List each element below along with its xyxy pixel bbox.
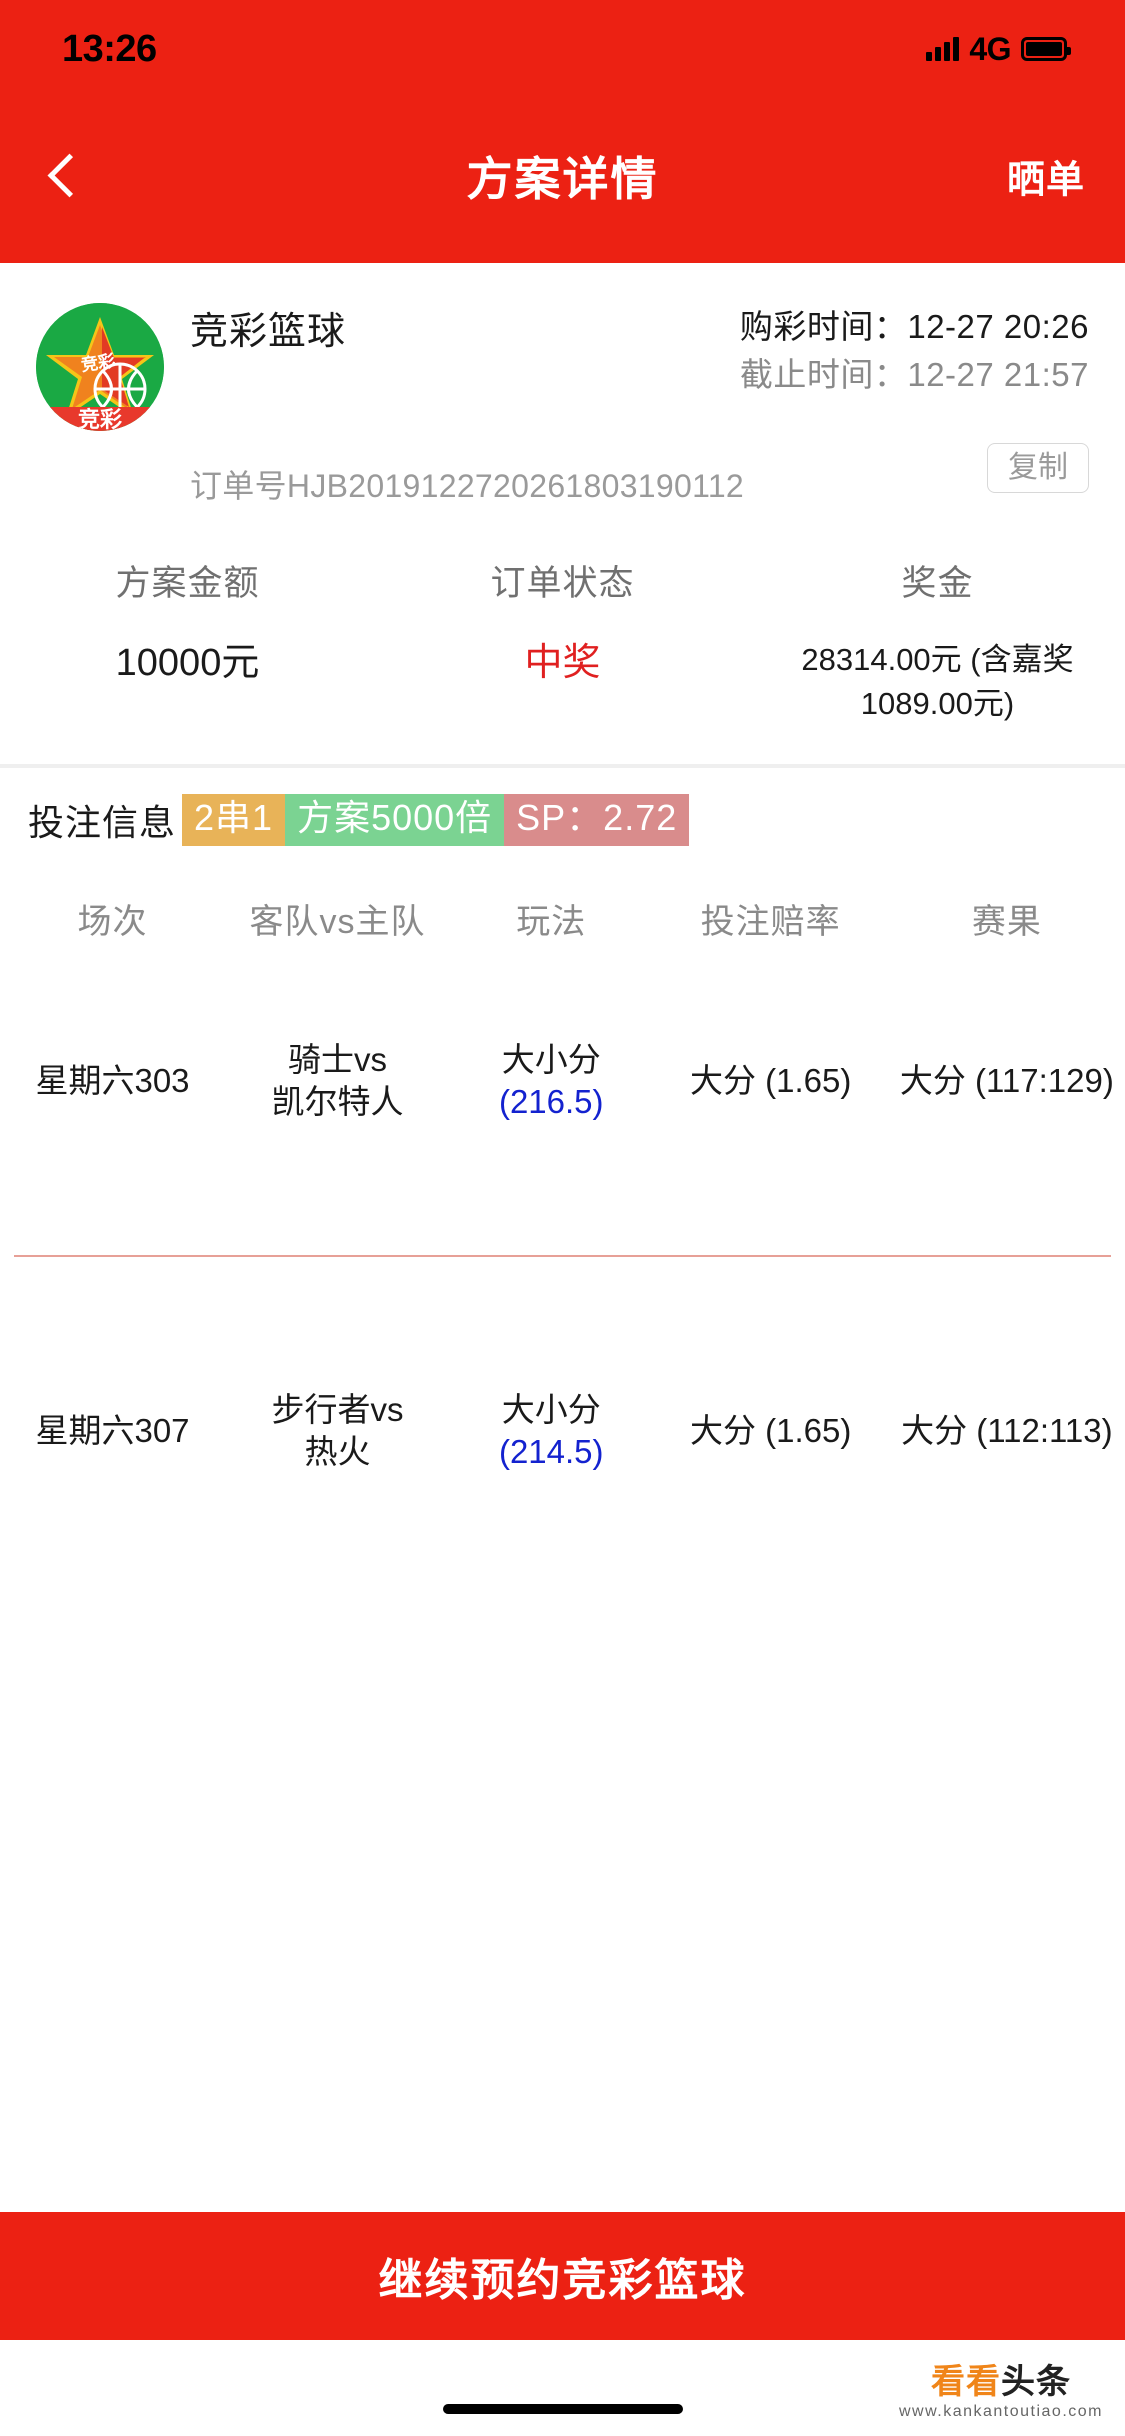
bet-info-row: 投注信息 2串1 方案5000倍 SP：2.72: [0, 768, 1125, 866]
deadline-time-row: 截止时间：12-27 21:57: [740, 351, 1089, 399]
cell-play: 大小分 (216.5): [450, 973, 653, 1189]
cell-play: 大小分 (214.5): [450, 1323, 653, 1539]
cell-away-team: 步行者vs: [271, 1391, 404, 1428]
cell-result: 大分 (112:113): [901, 1412, 1113, 1449]
cell-play-name: 大小分: [501, 1041, 601, 1078]
network-type-label: 4G: [969, 30, 1011, 67]
purchase-time-label: 购彩时间：: [739, 308, 908, 345]
stat-prize-label: 奖金: [901, 564, 974, 603]
cell-home-team: 凯尔特人: [271, 1083, 404, 1120]
cell-home-team: 热火: [304, 1433, 371, 1470]
order-number-row: 订单号HJB2019122720261803190112 复制: [0, 443, 1125, 513]
jingcai-basketball-logo-icon: 竞彩 竞彩: [36, 303, 164, 431]
table-header-teams: 客队vs主队: [249, 903, 426, 941]
order-number-value: HJB2019122720261803190112: [286, 468, 745, 504]
stat-order-status: 订单状态 中奖: [375, 555, 750, 726]
order-number-label: 订单号: [190, 468, 287, 504]
back-button[interactable]: [20, 131, 110, 221]
watermark-brand-part1: 看看: [930, 2363, 1001, 2401]
purchase-time-row: 购彩时间：12-27 20:26: [740, 303, 1089, 351]
watermark-brand-part2: 头条: [1000, 2363, 1071, 2401]
table-header-row: 场次 客队vs主队 玩法 投注赔率 赛果: [0, 866, 1125, 973]
cell-teams: 骑士vs 凯尔特人: [225, 973, 450, 1189]
page-title: 方案详情: [466, 152, 659, 205]
bet-detail-table: 场次 客队vs主队 玩法 投注赔率 赛果 星期六303 骑士vs 凯尔特人 大小…: [0, 866, 1125, 1539]
table-header-odds: 投注赔率: [700, 903, 841, 941]
stat-plan-amount-value: 10000元: [115, 642, 260, 684]
bet-tag-sp: SP：2.72: [504, 794, 690, 846]
table-row[interactable]: 星期六303 骑士vs 凯尔特人 大小分 (216.5) 大分 (1.65) 大…: [0, 973, 1125, 1189]
cell-odds: 大分 (1.65): [689, 1412, 852, 1449]
cell-play-name: 大小分: [501, 1391, 601, 1428]
stat-prize-value: 28314.00元 (含嘉奖 1089.00元): [801, 642, 1074, 721]
status-bar-time: 13:26: [62, 27, 157, 70]
bet-tag-combo: 2串1: [182, 794, 286, 846]
table-header-result: 赛果: [971, 903, 1042, 941]
stat-prize: 奖金 28314.00元 (含嘉奖 1089.00元): [750, 555, 1125, 726]
order-stats-row: 方案金额 10000元 订单状态 中奖 奖金 28314.00元 (含嘉奖 10…: [0, 513, 1125, 764]
watermark-brand: 看看头条: [899, 2365, 1103, 2399]
table-row-separator: [0, 1189, 1125, 1323]
stat-order-status-label: 订单状态: [490, 564, 635, 603]
chevron-left-icon: [47, 153, 91, 198]
cell-match-no: 星期六303: [35, 1062, 190, 1099]
home-indicator[interactable]: [442, 2404, 683, 2414]
content-empty-space: [0, 1539, 1125, 2059]
cell-teams: 步行者vs 热火: [225, 1323, 450, 1539]
copy-order-number-button[interactable]: 复制: [987, 443, 1089, 493]
table-header-match: 场次: [77, 903, 148, 941]
cell-result: 大分 (117:129): [899, 1062, 1114, 1099]
signal-bars-icon: [926, 37, 960, 61]
purchase-time-value: 12-27 20:26: [907, 308, 1089, 345]
deadline-time-label: 截止时间：: [739, 356, 908, 393]
cell-away-team: 骑士vs: [288, 1041, 387, 1078]
battery-full-icon: [1021, 37, 1071, 61]
order-number: 订单号HJB2019122720261803190112: [190, 461, 744, 507]
cell-play-line: (214.5): [498, 1433, 604, 1470]
home-indicator-area: 看看头条 www.kankantoutiao.com: [0, 2340, 1125, 2436]
share-order-button[interactable]: 晒单: [1007, 148, 1085, 203]
deadline-time-value: 12-27 21:57: [907, 356, 1089, 393]
cell-odds: 大分 (1.65): [689, 1062, 852, 1099]
stat-plan-amount: 方案金额 10000元: [0, 555, 375, 726]
watermark: 看看头条 www.kankantoutiao.com: [899, 2365, 1103, 2420]
cell-match-no: 星期六307: [35, 1412, 190, 1449]
status-bar: 13:26 4G: [0, 0, 1125, 88]
watermark-url: www.kankantoutiao.com: [898, 2403, 1103, 2420]
order-header-text: 竞彩篮球 购彩时间：12-27 20:26 截止时间：12-27 21:57: [164, 303, 1089, 443]
bet-info-label: 投注信息: [28, 802, 177, 843]
bet-tag-multiplier: 方案5000倍: [285, 794, 505, 846]
svg-text:竞彩: 竞彩: [78, 407, 122, 431]
status-bar-indicators: 4G: [926, 30, 1071, 68]
order-summary-card: 竞彩 竞彩 竞彩篮球 购彩时间：12-27 20:26 截止时间：12-27 2…: [0, 263, 1125, 764]
stat-plan-amount-label: 方案金额: [115, 564, 260, 603]
cell-play-line: (216.5): [498, 1083, 604, 1120]
order-times: 购彩时间：12-27 20:26 截止时间：12-27 21:57: [740, 303, 1089, 399]
table-header-play: 玩法: [516, 903, 587, 941]
navigation-bar: 方案详情 晒单: [0, 88, 1125, 263]
table-row[interactable]: 星期六307 步行者vs 热火 大小分 (214.5) 大分 (1.65) 大分…: [0, 1323, 1125, 1539]
order-header: 竞彩 竞彩 竞彩篮球 购彩时间：12-27 20:26 截止时间：12-27 2…: [0, 263, 1125, 443]
continue-booking-button[interactable]: 继续预约竞彩篮球: [0, 2212, 1125, 2340]
status-badge: 中奖: [524, 642, 601, 684]
